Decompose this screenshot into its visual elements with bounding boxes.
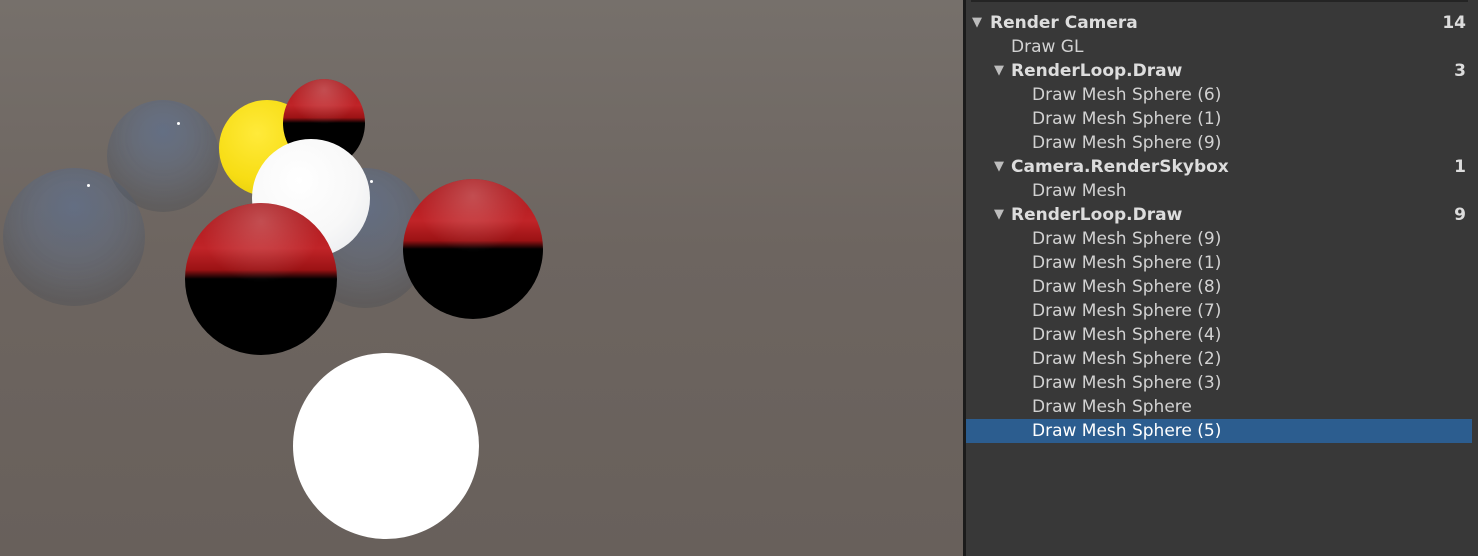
tree-item-label: Draw Mesh Sphere (2)	[1032, 349, 1222, 369]
tree-item-label: Render Camera	[990, 13, 1138, 33]
tree-item-draw-call-selected[interactable]: Draw Mesh Sphere (5)	[966, 419, 1472, 443]
specular-highlight	[177, 122, 180, 125]
expand-arrow-icon[interactable]: ▼	[972, 11, 982, 35]
tree-item-renderloop-draw[interactable]: ▼ RenderLoop.Draw 9	[966, 203, 1478, 227]
red-black-sphere	[403, 179, 543, 319]
tree-item-label: Draw Mesh Sphere (9)	[1032, 133, 1222, 153]
tree-item-render-camera[interactable]: ▼ Render Camera 14	[966, 11, 1478, 35]
specular-highlight	[370, 180, 373, 183]
red-black-sphere	[185, 203, 337, 355]
scene-viewport[interactable]	[0, 0, 963, 556]
tree-item-label: Draw Mesh Sphere (1)	[1032, 109, 1222, 129]
tree-item-draw-call[interactable]: Draw Mesh	[966, 179, 1478, 203]
tree-item-label: Draw Mesh Sphere (6)	[1032, 85, 1222, 105]
draw-call-count: 3	[1454, 61, 1466, 81]
tree-item-label: Draw Mesh Sphere (1)	[1032, 253, 1222, 273]
tree-item-draw-gl[interactable]: Draw GL	[966, 35, 1478, 59]
tree-item-label: Draw Mesh Sphere (7)	[1032, 301, 1222, 321]
tree-item-draw-call[interactable]: Draw Mesh Sphere (4)	[966, 323, 1478, 347]
tree-item-draw-call[interactable]: Draw Mesh Sphere (7)	[966, 299, 1478, 323]
tree-item-draw-call[interactable]: Draw Mesh Sphere (6)	[966, 83, 1478, 107]
tree-item-label: Camera.RenderSkybox	[1011, 157, 1229, 177]
tree-item-draw-call[interactable]: Draw Mesh Sphere (9)	[966, 227, 1478, 251]
tree-item-label: Draw Mesh Sphere	[1032, 397, 1192, 417]
frame-debugger-panel: ▼ Render Camera 14 Draw GL ▼ RenderLoop.…	[963, 0, 1478, 556]
tree-item-camera-renderskybox[interactable]: ▼ Camera.RenderSkybox 1	[966, 155, 1478, 179]
draw-call-count: 1	[1454, 157, 1466, 177]
tree-item-label: Draw Mesh Sphere (8)	[1032, 277, 1222, 297]
specular-highlight	[87, 184, 90, 187]
tree-item-draw-call[interactable]: Draw Mesh Sphere	[966, 395, 1478, 419]
expand-arrow-icon[interactable]: ▼	[994, 203, 1004, 227]
tree-item-label: Draw Mesh Sphere (5)	[1032, 421, 1222, 441]
panel-divider	[971, 0, 1468, 2]
tree-item-draw-call[interactable]: Draw Mesh Sphere (8)	[966, 275, 1478, 299]
tree-item-label: Draw Mesh	[1032, 181, 1127, 201]
tree-item-label: Draw GL	[1011, 37, 1084, 57]
tree-item-draw-call[interactable]: Draw Mesh Sphere (3)	[966, 371, 1478, 395]
glass-sphere	[107, 100, 219, 212]
tree-item-label: Draw Mesh Sphere (9)	[1032, 229, 1222, 249]
tree-item-draw-call[interactable]: Draw Mesh Sphere (1)	[966, 251, 1478, 275]
expand-arrow-icon[interactable]: ▼	[994, 59, 1004, 83]
draw-call-count: 14	[1442, 13, 1466, 33]
tree-item-draw-call[interactable]: Draw Mesh Sphere (2)	[966, 347, 1478, 371]
tree-item-draw-call[interactable]: Draw Mesh Sphere (1)	[966, 107, 1478, 131]
tree-item-label: RenderLoop.Draw	[1011, 61, 1183, 81]
white-sphere	[293, 353, 479, 539]
expand-arrow-icon[interactable]: ▼	[994, 155, 1004, 179]
tree-item-renderloop-draw[interactable]: ▼ RenderLoop.Draw 3	[966, 59, 1478, 83]
tree-item-label: Draw Mesh Sphere (4)	[1032, 325, 1222, 345]
draw-call-count: 9	[1454, 205, 1466, 225]
tree-item-label: Draw Mesh Sphere (3)	[1032, 373, 1222, 393]
tree-item-label: RenderLoop.Draw	[1011, 205, 1183, 225]
tree-item-draw-call[interactable]: Draw Mesh Sphere (9)	[966, 131, 1478, 155]
